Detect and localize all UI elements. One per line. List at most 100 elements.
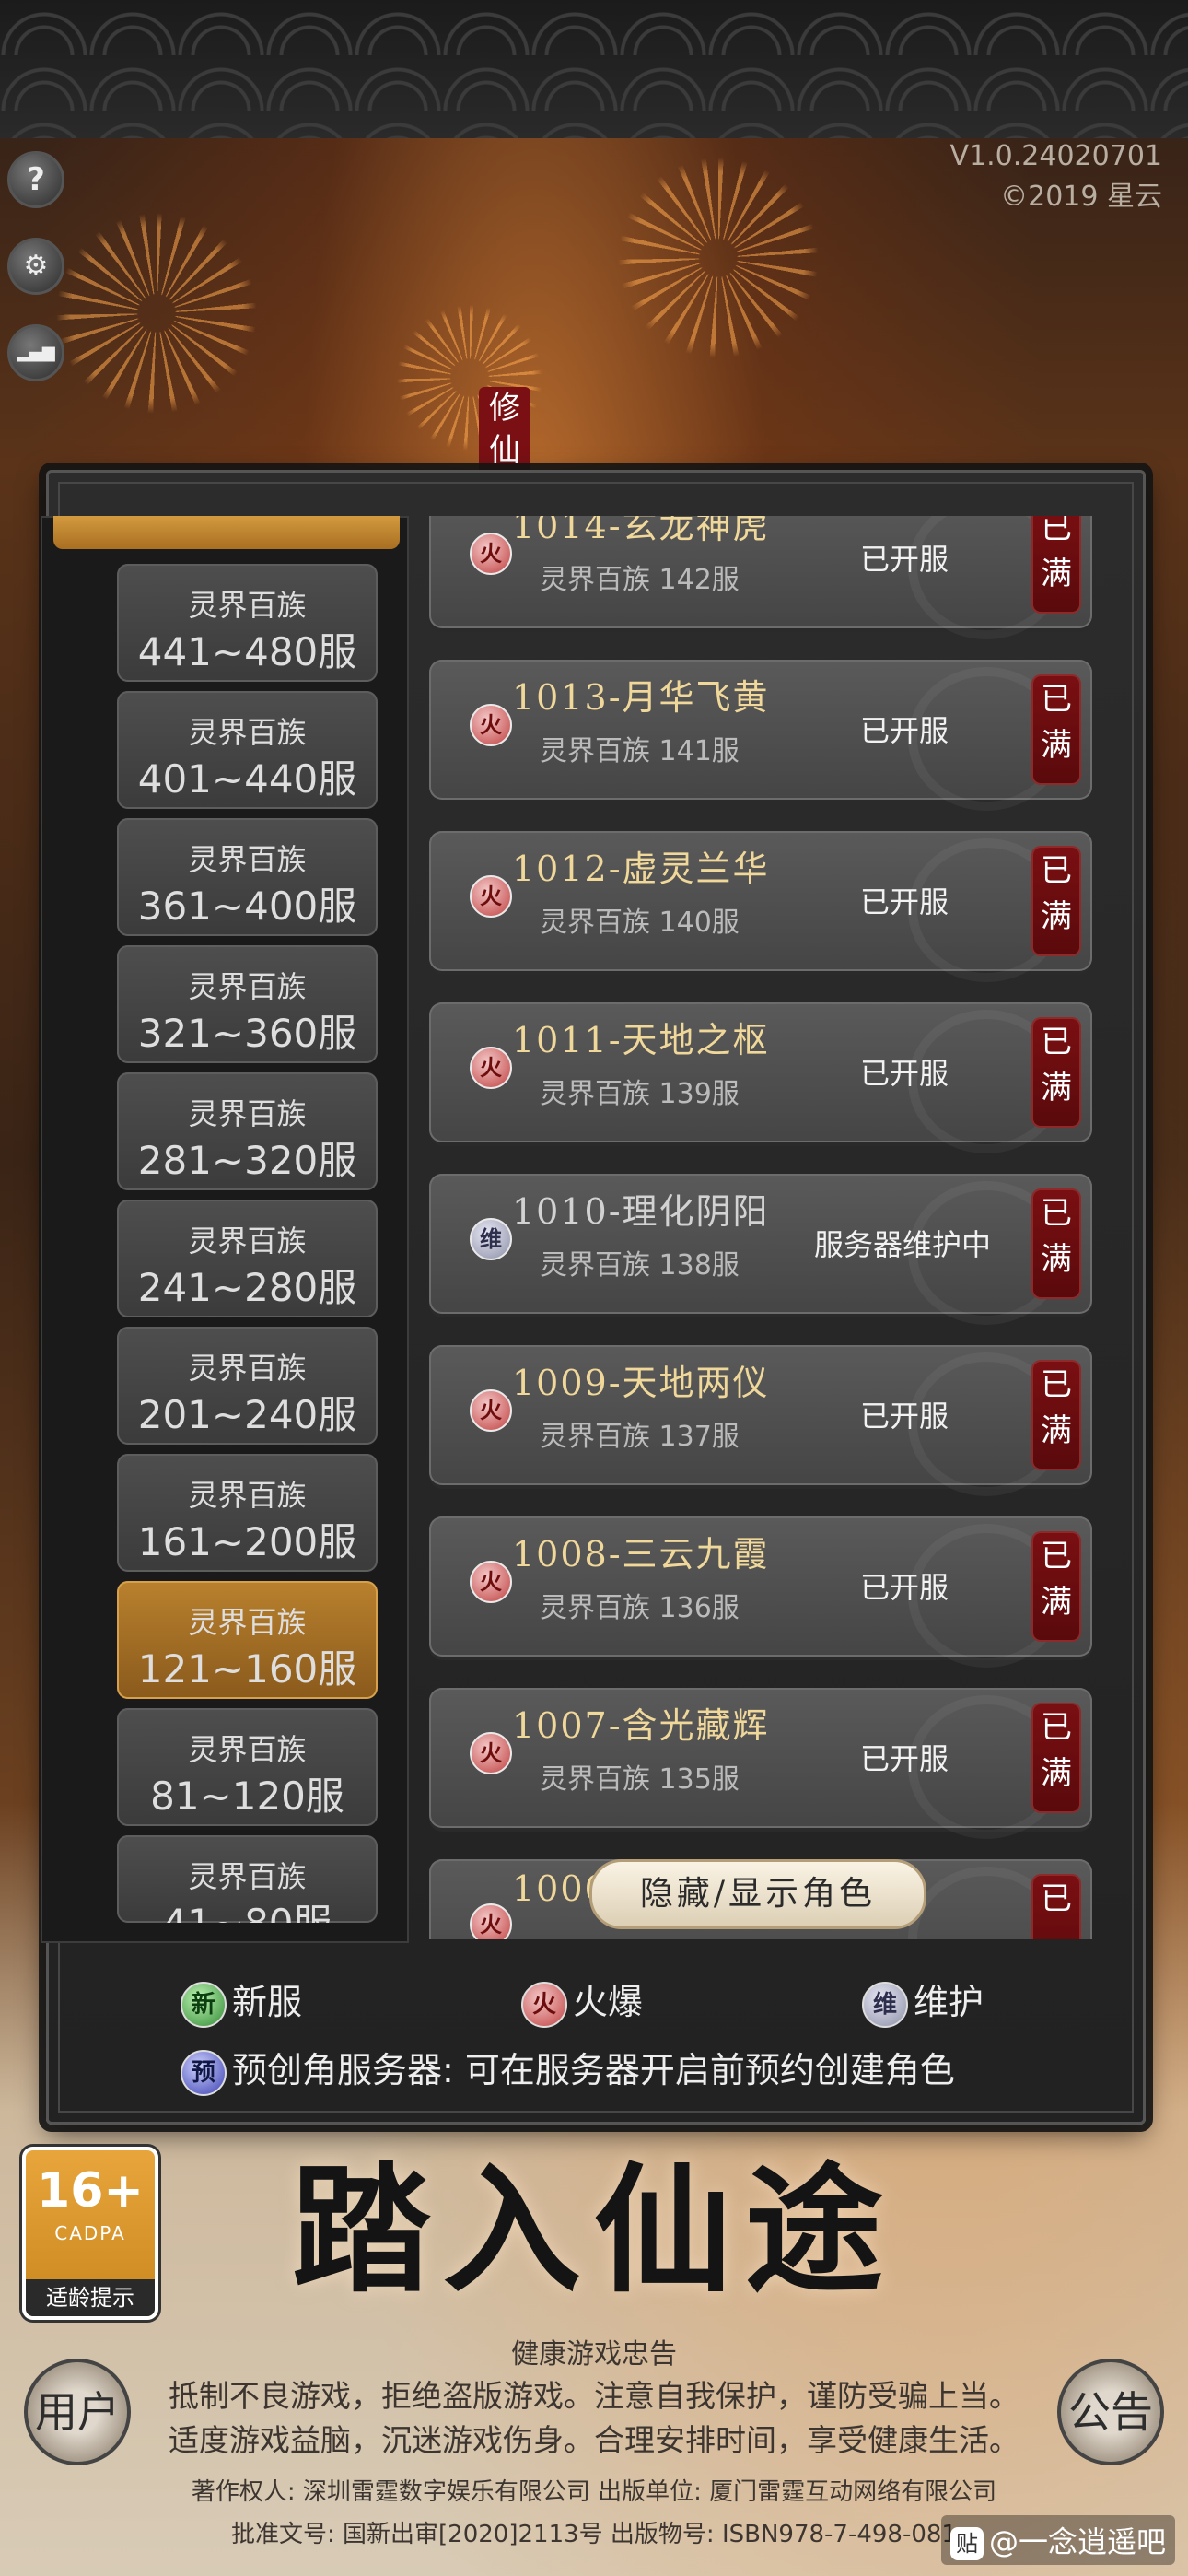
server-status: 已开服 bbox=[860, 1399, 949, 1434]
server-full-tag: 已 bbox=[1033, 1876, 1079, 1939]
hot-server-icon: 火 bbox=[470, 875, 512, 918]
category-item[interactable]: 灵界百族 321~360服 bbox=[117, 945, 378, 1063]
hot-server-icon: 火 bbox=[470, 1047, 512, 1089]
new-server-icon: 新 bbox=[181, 1981, 227, 2028]
category-item[interactable]: 灵界百族 281~320服 bbox=[117, 1072, 378, 1190]
server-full-tag: 已满 bbox=[1033, 1704, 1079, 1811]
server-full-tag: 已满 bbox=[1033, 516, 1079, 612]
version-number: V1.0.24020701 bbox=[949, 140, 1162, 172]
hot-server-icon: 火 bbox=[470, 704, 512, 746]
category-line1: 灵界百族 bbox=[188, 588, 307, 623]
category-line2: 121~160服 bbox=[137, 1646, 357, 1692]
hot-server-icon: 火 bbox=[470, 1903, 512, 1939]
legend-maint-label: 维护 bbox=[914, 1982, 984, 2022]
category-line1: 灵界百族 bbox=[188, 1351, 307, 1386]
game-logo-seal: 修仙 bbox=[479, 387, 530, 479]
server-name: 1013-月华飞黄 bbox=[512, 677, 770, 718]
server-full-tag: 已满 bbox=[1033, 1533, 1079, 1640]
server-full-tag: 已满 bbox=[1033, 1019, 1079, 1126]
category-line2: 41~80服 bbox=[117, 1892, 378, 1923]
category-list-top-tab[interactable] bbox=[53, 516, 400, 549]
server-zone: 灵界百族 136服 bbox=[540, 1592, 740, 1624]
category-line2: 361~400服 bbox=[137, 884, 357, 929]
server-full-tag: 已满 bbox=[1033, 676, 1079, 783]
maintenance-icon: 维 bbox=[470, 1218, 512, 1260]
server-row[interactable]: 火 1007-含光藏辉 灵界百族 135服 已开服 已满 bbox=[429, 1688, 1092, 1839]
header-wave-pattern bbox=[0, 0, 1188, 138]
age-rating-org: CADPA bbox=[54, 2222, 126, 2244]
category-item[interactable]: 灵界百族41~80服 bbox=[117, 1835, 378, 1923]
age-rating-tip: 适龄提示 bbox=[26, 2279, 155, 2316]
category-line2: 321~360服 bbox=[137, 1011, 357, 1056]
category-line2: 401~440服 bbox=[137, 756, 357, 802]
category-line2: 81~120服 bbox=[150, 1774, 344, 1819]
server-status: 已开服 bbox=[860, 713, 949, 748]
server-status: 已开服 bbox=[860, 884, 949, 919]
server-row[interactable]: 维 1010-理化阴阳 灵界百族 138服 服务器维护中 已满 bbox=[429, 1174, 1092, 1325]
category-item[interactable]: 灵界百族 161~200服 bbox=[117, 1454, 378, 1572]
health-notice-title: 健康游戏忠告 bbox=[511, 2338, 677, 2371]
age-rating-badge[interactable]: 16+ CADPA 适龄提示 bbox=[22, 2147, 158, 2320]
legend-hot: 火火爆 bbox=[521, 1973, 643, 2028]
category-line1: 灵界百族 bbox=[188, 1605, 307, 1640]
category-line2: 201~240服 bbox=[137, 1392, 357, 1437]
signal-icon[interactable]: ▂▄▆ bbox=[7, 324, 64, 381]
category-line2: 161~200服 bbox=[137, 1519, 357, 1564]
server-zone: 灵界百族 142服 bbox=[540, 564, 740, 596]
category-line1: 灵界百族 bbox=[188, 969, 307, 1004]
server-name: 1014-玄龙神虎 bbox=[512, 516, 770, 546]
server-zone: 灵界百族 135服 bbox=[540, 1763, 740, 1796]
legend-precreate: 预预创角服务器: 可在服务器开启前预约创建角色 bbox=[181, 2042, 955, 2096]
hot-server-icon: 火 bbox=[470, 1389, 512, 1432]
server-name: 1011-天地之枢 bbox=[512, 1020, 770, 1060]
category-line1: 灵界百族 bbox=[188, 1096, 307, 1131]
server-row[interactable]: 火 1011-天地之枢灵界百族 139服 已开服 已满 bbox=[429, 1002, 1092, 1153]
server-zone: 灵界百族 139服 bbox=[540, 1078, 740, 1110]
server-row[interactable]: 火 1009-天地两仪 灵界百族 137服 已开服 已满 bbox=[429, 1345, 1092, 1496]
health-notice-line: 抵制不良游戏，拒绝盗版游戏。注意自我保护，谨防受骗上当。 bbox=[169, 2378, 1019, 2414]
category-item[interactable]: 灵界百族 361~400服 bbox=[117, 818, 378, 936]
server-zone: 灵界百族 141服 bbox=[540, 735, 740, 767]
category-line1: 灵界百族 bbox=[188, 1478, 307, 1513]
server-status: 已开服 bbox=[860, 1056, 949, 1091]
precreate-icon: 预 bbox=[181, 2049, 227, 2096]
server-name: 1012-虚灵兰华 bbox=[512, 849, 770, 889]
server-zone: 灵界百族 137服 bbox=[540, 1421, 740, 1453]
category-item[interactable]: 灵界百族 201~240服 bbox=[117, 1327, 378, 1445]
copyright: ©2019 星云 bbox=[1000, 181, 1162, 213]
category-line1: 灵界百族 bbox=[188, 842, 307, 877]
server-row[interactable]: 火 1013-月华飞黄灵界百族 141服 已开服 已满 bbox=[429, 660, 1092, 811]
category-line2: 441~480服 bbox=[137, 629, 357, 674]
category-line1: 灵界百族 bbox=[188, 1732, 307, 1767]
enter-game-button[interactable]: 踏入仙途 bbox=[0, 2119, 1188, 2319]
server-zone: 灵界百族 140服 bbox=[540, 907, 740, 939]
server-list[interactable]: 火 1014-玄龙神虎 灵界百族 142服 已开服 已满火 1013-月华飞黄 灵界百族 1… bbox=[420, 516, 1111, 1939]
firework-decoration bbox=[617, 157, 820, 359]
server-status: 已开服 bbox=[860, 1741, 949, 1776]
category-item[interactable]: 灵界百族 121~160服 bbox=[117, 1581, 378, 1699]
help-icon[interactable]: ? bbox=[7, 151, 64, 208]
server-name: 1010-理化阴阳 bbox=[512, 1191, 770, 1232]
category-item[interactable]: 灵界百族 241~280服 bbox=[117, 1200, 378, 1317]
category-item[interactable]: 灵界百族 81~120服 bbox=[117, 1708, 378, 1826]
server-zone: 灵界百族 138服 bbox=[540, 1249, 740, 1282]
category-line2: 241~280服 bbox=[137, 1265, 357, 1310]
category-item[interactable]: 灵界百族 401~440服 bbox=[117, 691, 378, 809]
forum-watermark: 贴 @一念逍遥吧 bbox=[940, 2515, 1175, 2565]
hot-server-icon: 火 bbox=[470, 533, 512, 575]
settings-icon[interactable]: ⚙ bbox=[7, 238, 64, 295]
tieba-logo-icon: 贴 bbox=[949, 2527, 984, 2560]
server-full-tag: 已满 bbox=[1033, 1362, 1079, 1469]
category-item[interactable]: 灵界百族 441~480服 bbox=[117, 564, 378, 682]
server-full-tag: 已满 bbox=[1033, 1190, 1079, 1297]
category-line1: 灵界百族 bbox=[188, 1859, 307, 1894]
legend-new: 新新服 bbox=[181, 1973, 302, 2028]
legend-hot-label: 火爆 bbox=[573, 1982, 644, 2022]
server-row[interactable]: 火 1008-三云九霞 灵界百族 136服 已开服 已满 bbox=[429, 1516, 1092, 1668]
server-full-tag: 已满 bbox=[1033, 848, 1079, 954]
server-row[interactable]: 火 1014-玄龙神虎 灵界百族 142服 已开服 已满 bbox=[429, 516, 1092, 639]
server-row[interactable]: 火 1012-虚灵兰华灵界百族 140服 已开服 已满 bbox=[429, 831, 1092, 982]
toggle-roles-button[interactable]: 隐藏/显示角色 bbox=[589, 1859, 926, 1929]
legend-new-label: 新服 bbox=[232, 1982, 303, 2022]
hot-server-icon: 火 bbox=[470, 1561, 512, 1603]
